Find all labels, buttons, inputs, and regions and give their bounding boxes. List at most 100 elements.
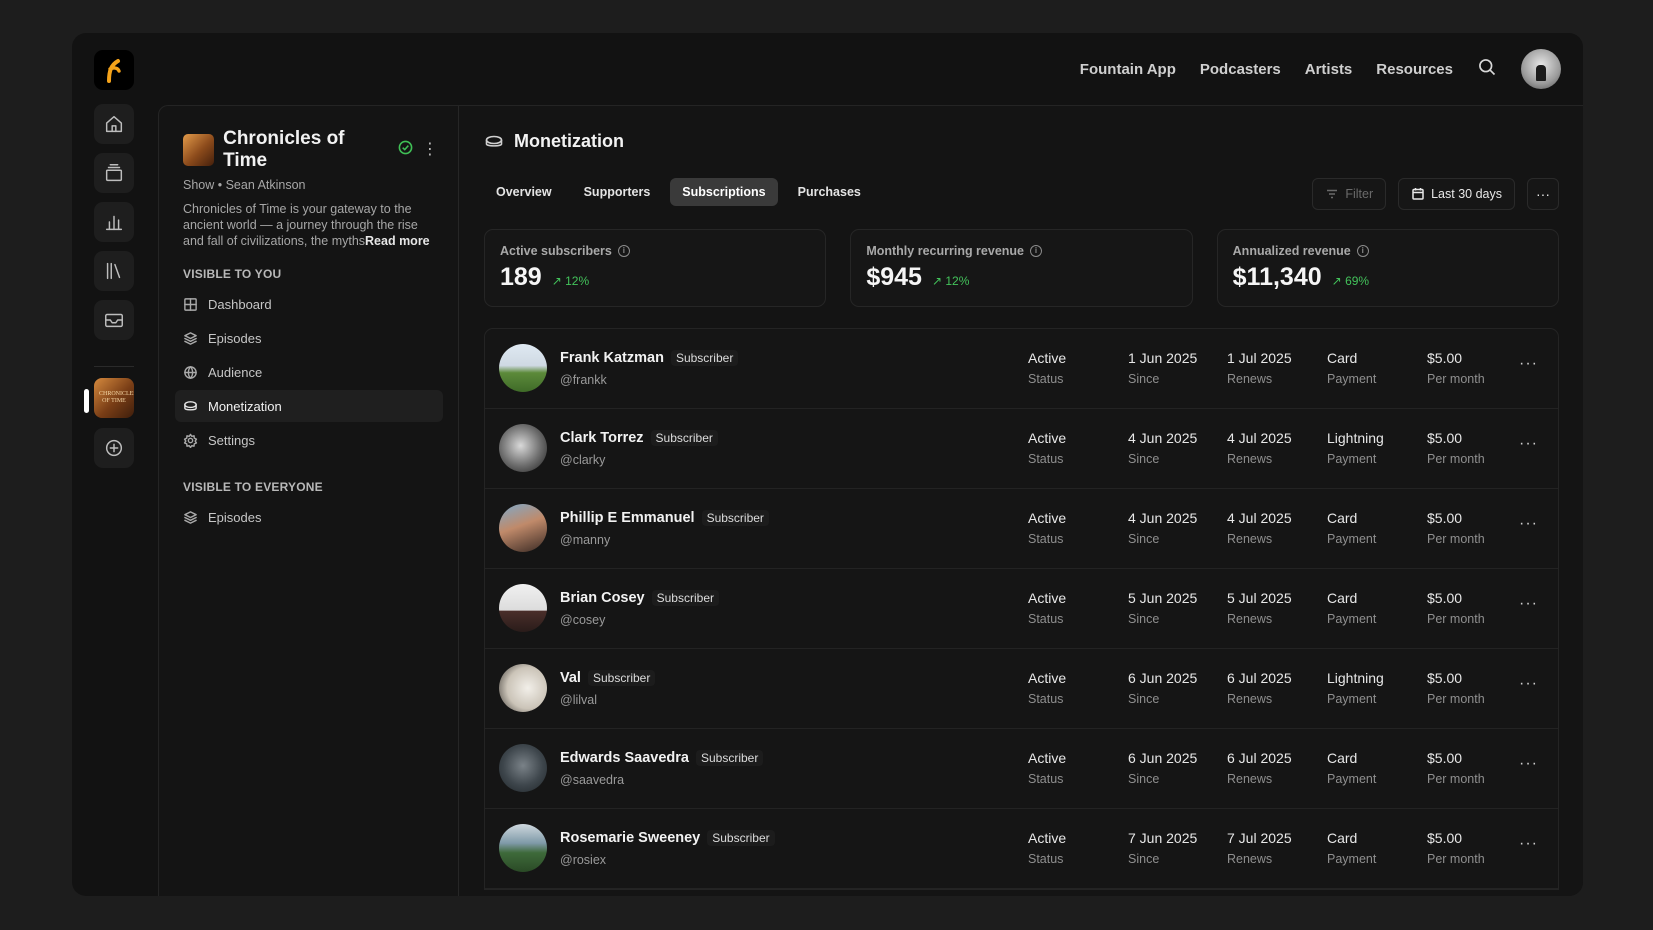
payment-value: Card: [1327, 590, 1358, 606]
status-value: Active: [1028, 510, 1067, 526]
table-row[interactable]: Clark Torrez Subscriber @clarky Active Statu…: [485, 409, 1558, 489]
amount-cell: $5.00 Per month: [1427, 670, 1485, 706]
table-row[interactable]: Rosemarie Sweeney Subscriber @rosiex Active…: [485, 809, 1558, 889]
subscriber-avatar: [499, 424, 547, 472]
tab-subscriptions[interactable]: Subscriptions: [670, 178, 778, 206]
status-cell: Active Status: [1028, 510, 1066, 546]
table-row[interactable]: Val Subscriber @lilval Active Status 6 Jun 20…: [485, 649, 1558, 729]
rail-show-cover[interactable]: CHRONICLES OF TIME: [94, 378, 134, 418]
row-more-icon[interactable]: ···: [1519, 515, 1538, 533]
row-more-icon[interactable]: ···: [1519, 755, 1538, 773]
subscriber-name-text[interactable]: Phillip E Emmanuel: [560, 510, 695, 526]
table-row[interactable]: Phillip E Emmanuel Subscriber @manny Active…: [485, 489, 1558, 569]
subscriber-avatar: [499, 744, 547, 792]
tab-supporters[interactable]: Supporters: [572, 178, 663, 206]
table-row[interactable]: Frank Katzman Subscriber @frankk Active Stat…: [485, 329, 1558, 409]
status-label: Status: [1028, 612, 1064, 626]
amount-value: $5.00: [1427, 350, 1463, 366]
stat-delta: ↗ 12%: [932, 274, 969, 288]
sidebar-item-dashboard[interactable]: Dashboard: [175, 288, 443, 320]
stat-value: $11,340: [1232, 263, 1322, 291]
sidebar-item-public-episodes[interactable]: Episodes: [175, 501, 443, 533]
date-range-button[interactable]: Last 30 days: [1398, 178, 1515, 210]
info-icon[interactable]: i: [1030, 245, 1043, 257]
tab-purchases[interactable]: Purchases: [786, 178, 873, 206]
app-window: CHRONICLES OF TIME Fountain App Podcaste…: [72, 33, 1583, 896]
sidebar-item-audience[interactable]: Audience: [175, 356, 443, 388]
row-more-icon[interactable]: ···: [1519, 355, 1538, 373]
stat-label-text: Active subscribers: [500, 244, 612, 258]
since-cell: 4 Jun 2025 Since: [1128, 510, 1197, 546]
nav-link-resources[interactable]: Resources: [1376, 61, 1453, 78]
tab-overview[interactable]: Overview: [484, 178, 564, 206]
show-menu-icon[interactable]: ⋮: [422, 142, 438, 158]
row-more-icon[interactable]: ···: [1519, 675, 1538, 693]
payment-cell: Card Payment: [1327, 510, 1376, 546]
subscriber-name-text[interactable]: Val: [560, 670, 581, 686]
info-icon[interactable]: i: [1356, 245, 1369, 257]
page-header: Monetization: [484, 131, 624, 152]
table-row[interactable]: Brian Cosey Subscriber @cosey Active Status 5…: [485, 569, 1558, 649]
subscriber-handle: @lilval: [560, 693, 597, 707]
rail-layers-button[interactable]: [94, 153, 134, 193]
row-more-icon[interactable]: ···: [1519, 835, 1538, 853]
renews-label: Renews: [1227, 452, 1273, 466]
sidebar-item-settings[interactable]: Settings: [175, 424, 443, 456]
nav-link-artists[interactable]: Artists: [1305, 61, 1353, 78]
table-row[interactable]: Edwards Saavedra Subscriber @saavedra Activ…: [485, 729, 1558, 809]
since-value: 4 Jun 2025: [1128, 510, 1198, 526]
rail-inbox-button[interactable]: [94, 300, 134, 340]
subscriber-name-text[interactable]: Rosemarie Sweeney: [560, 830, 700, 846]
nav-link-podcasters[interactable]: Podcasters: [1200, 61, 1281, 78]
user-avatar[interactable]: [1521, 49, 1561, 89]
inbox-icon: [105, 313, 123, 328]
sidebar-item-monetization[interactable]: Monetization: [175, 390, 443, 422]
settings-icon: [183, 433, 198, 448]
renews-value: 1 Jul 2025: [1227, 350, 1292, 366]
renews-value: 5 Jul 2025: [1227, 590, 1292, 606]
renews-label: Renews: [1227, 692, 1273, 706]
amount-value: $5.00: [1427, 830, 1463, 846]
subscriber-name-text[interactable]: Brian Cosey: [560, 590, 645, 606]
status-label: Status: [1028, 852, 1064, 866]
nav-link-fountain-app[interactable]: Fountain App: [1080, 61, 1176, 78]
status-cell: Active Status: [1028, 750, 1066, 786]
rail-home-button[interactable]: [94, 104, 134, 144]
since-cell: 7 Jun 2025 Since: [1128, 830, 1197, 866]
payment-cell: Card Payment: [1327, 830, 1376, 866]
episodes-icon: [184, 331, 197, 345]
trend-up-icon: ↗: [551, 274, 562, 288]
fountain-logo[interactable]: [94, 50, 134, 90]
read-more-link[interactable]: Read more: [365, 234, 430, 248]
status-label: Status: [1028, 692, 1064, 706]
since-label: Since: [1128, 612, 1160, 626]
amount-cell: $5.00 Per month: [1427, 830, 1485, 866]
amount-label: Per month: [1427, 452, 1485, 466]
since-cell: 4 Jun 2025 Since: [1128, 430, 1197, 466]
amount-label: Per month: [1427, 692, 1485, 706]
subscriber-name: Val Subscriber: [560, 670, 656, 686]
status-label: Status: [1028, 372, 1064, 386]
stat-delta: ↗ 69%: [1332, 274, 1369, 288]
row-more-icon[interactable]: ···: [1519, 595, 1538, 613]
amount-value: $5.00: [1427, 430, 1463, 446]
more-options-button[interactable]: ···: [1527, 178, 1559, 210]
since-cell: 6 Jun 2025 Since: [1128, 670, 1197, 706]
search-button[interactable]: [1477, 57, 1497, 82]
main-panel: Chronicles of Time ⋮ Show • Sean Atkinso…: [158, 105, 1583, 896]
row-more-icon[interactable]: ···: [1519, 435, 1538, 453]
subscriber-name-text[interactable]: Frank Katzman: [560, 350, 664, 366]
info-icon[interactable]: i: [617, 245, 630, 257]
rail-library-button[interactable]: [94, 251, 134, 291]
sidebar-item-episodes[interactable]: Episodes: [175, 322, 443, 354]
rail-add-button[interactable]: [94, 428, 134, 468]
since-value: 5 Jun 2025: [1128, 590, 1198, 606]
subscriber-avatar: [499, 584, 547, 632]
since-value: 7 Jun 2025: [1128, 830, 1198, 846]
subscriber-name-text[interactable]: Edwards Saavedra: [560, 750, 689, 766]
since-label: Since: [1128, 452, 1160, 466]
rail-analytics-button[interactable]: [94, 202, 134, 242]
amount-label: Per month: [1427, 372, 1485, 386]
subscriber-name-text[interactable]: Clark Torrez: [560, 430, 644, 446]
filter-button[interactable]: Filter: [1312, 178, 1387, 210]
